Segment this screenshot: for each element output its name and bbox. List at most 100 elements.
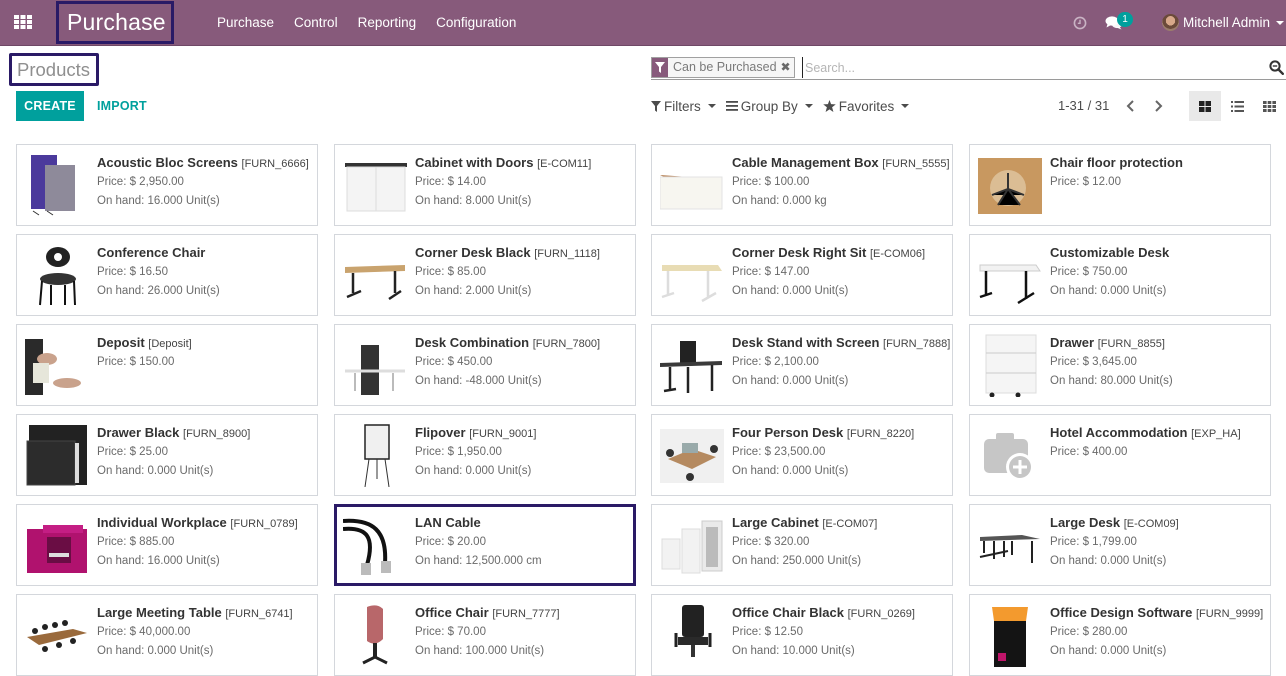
product-card-chair-floor-protection[interactable]: Chair floor protection Price: $ 12.00: [969, 144, 1271, 226]
product-on-hand: On hand: 8.000 Unit(s): [415, 195, 532, 207]
product-card-desk-combination[interactable]: Desk Combination [FURN_7800] Price: $ 45…: [334, 324, 636, 406]
product-name: Customizable Desk: [1050, 244, 1264, 263]
product-price: Price: $ 20.00: [415, 536, 486, 548]
search-icon[interactable]: [1269, 60, 1284, 75]
product-image: [25, 423, 89, 487]
product-card-large-meeting-table[interactable]: Large Meeting Table [FURN_6741] Price: $…: [16, 594, 318, 676]
product-image: [660, 423, 724, 487]
top-navbar: Purchase Purchase Control Reporting Conf…: [0, 0, 1286, 46]
product-price: Price: $ 2,100.00: [732, 356, 819, 368]
product-card-office-chair[interactable]: Office Chair [FURN_7777] Price: $ 70.00 …: [334, 594, 636, 676]
product-name: Individual Workplace [FURN_0789]: [97, 514, 311, 533]
product-price: Price: $ 100.00: [732, 176, 810, 188]
pager-value[interactable]: 1-31 / 31: [1058, 96, 1109, 116]
product-image: [25, 603, 89, 667]
user-menu[interactable]: Mitchell Admin: [1183, 0, 1270, 46]
caret-down-icon: [901, 104, 910, 108]
menu-item-purchase[interactable]: Purchase: [217, 0, 274, 46]
product-reference: [FURN_1118]: [534, 248, 600, 260]
product-card-corner-desk-right-sit[interactable]: Corner Desk Right Sit [E-COM06] Price: $…: [651, 234, 953, 316]
product-card-acoustic-bloc-screens[interactable]: Acoustic Bloc Screens [FURN_6666] Price:…: [16, 144, 318, 226]
product-card-lan-cable[interactable]: LAN Cable Price: $ 20.00 On hand: 12,500…: [334, 504, 636, 586]
product-card-customizable-desk[interactable]: Customizable Desk Price: $ 750.00 On han…: [969, 234, 1271, 316]
main-menu: Purchase Control Reporting Configuration: [217, 0, 536, 46]
product-card-individual-workplace[interactable]: Individual Workplace [FURN_0789] Price: …: [16, 504, 318, 586]
product-on-hand: On hand: 0.000 Unit(s): [415, 465, 532, 477]
product-reference: [FURN_9999]: [1195, 608, 1264, 620]
product-image: [978, 513, 1042, 577]
import-button[interactable]: IMPORT: [97, 91, 147, 121]
product-on-hand: On hand: 26.000 Unit(s): [97, 285, 220, 297]
product-on-hand: On hand: 0.000 Unit(s): [97, 645, 214, 657]
product-name: Office Chair [FURN_7777]: [415, 604, 629, 623]
chevron-right-icon[interactable]: [1151, 99, 1165, 113]
kanban-icon: [1199, 100, 1211, 112]
product-price: Price: $ 14.00: [415, 176, 486, 188]
clock-icon[interactable]: [1073, 16, 1087, 30]
create-button[interactable]: CREATE: [16, 91, 84, 121]
product-title: Large Desk: [1050, 515, 1121, 530]
product-card-cabinet-with-doors[interactable]: Cabinet with Doors [E-COM11] Price: $ 14…: [334, 144, 636, 226]
grid-view-button[interactable]: [1253, 91, 1285, 121]
user-avatar[interactable]: [1162, 14, 1179, 31]
product-name: Office Chair Black [FURN_0269]: [732, 604, 946, 623]
product-on-hand: On hand: 0.000 Unit(s): [732, 465, 849, 477]
product-card-deposit[interactable]: Deposit [Deposit] Price: $ 150.00: [16, 324, 318, 406]
product-price: Price: $ 400.00: [1050, 446, 1128, 458]
product-name: LAN Cable: [415, 514, 627, 533]
product-image: [343, 423, 407, 488]
menu-item-configuration[interactable]: Configuration: [436, 0, 516, 46]
list-view-button[interactable]: [1221, 91, 1253, 121]
product-reference: [FURN_6741]: [225, 608, 293, 620]
product-card-corner-desk-black[interactable]: Corner Desk Black [FURN_1118] Price: $ 8…: [334, 234, 636, 316]
product-title: Four Person Desk: [732, 425, 844, 440]
favorites-label: Favorites: [838, 98, 895, 114]
close-icon[interactable]: ✖: [781, 58, 794, 77]
filters-dropdown[interactable]: Filters: [651, 96, 716, 116]
product-image: [25, 153, 89, 217]
product-name: Cable Management Box [FURN_5555]: [732, 154, 950, 173]
product-card-desk-stand-with-screen[interactable]: Desk Stand with Screen [FURN_7888] Price…: [651, 324, 953, 406]
product-reference: [E-COM09]: [1123, 518, 1179, 530]
product-title: Desk Combination: [415, 335, 530, 350]
product-card-office-chair-black[interactable]: Office Chair Black [FURN_0269] Price: $ …: [651, 594, 953, 676]
product-reference: [FURN_0269]: [847, 608, 915, 620]
product-image: [343, 603, 407, 667]
product-image: [342, 513, 407, 577]
product-title: Drawer: [1050, 335, 1095, 350]
product-card-flipover[interactable]: Flipover [FURN_9001] Price: $ 1,950.00 O…: [334, 414, 636, 496]
product-on-hand: On hand: 100.000 Unit(s): [415, 645, 545, 657]
search-input[interactable]: [802, 57, 1262, 78]
list-icon: [1230, 100, 1244, 112]
product-on-hand: On hand: 0.000 kg: [732, 195, 827, 207]
favorites-dropdown[interactable]: Favorites: [823, 96, 910, 116]
group-by-dropdown[interactable]: Group By: [725, 96, 813, 116]
page-title[interactable]: Products: [9, 53, 99, 86]
product-reference: [FURN_5555]: [882, 158, 950, 170]
product-name: Drawer Black [FURN_8900]: [97, 424, 311, 443]
kanban-view-button[interactable]: [1189, 91, 1221, 121]
chevron-left-icon[interactable]: [1124, 99, 1138, 113]
menu-item-control[interactable]: Control: [294, 0, 338, 46]
product-card-drawer[interactable]: Drawer [FURN_8855] Price: $ 3,645.00 On …: [969, 324, 1271, 406]
product-card-large-cabinet[interactable]: Large Cabinet [E-COM07] Price: $ 320.00 …: [651, 504, 953, 586]
product-image: [660, 333, 724, 397]
product-reference: [FURN_8220]: [846, 428, 915, 440]
product-card-large-desk[interactable]: Large Desk [E-COM09] Price: $ 1,799.00 O…: [969, 504, 1271, 586]
product-title: Customizable Desk: [1050, 245, 1170, 260]
product-card-drawer-black[interactable]: Drawer Black [FURN_8900] Price: $ 25.00 …: [16, 414, 318, 496]
product-card-office-design-software[interactable]: Office Design Software [FURN_9999] Price…: [969, 594, 1271, 676]
product-price: Price: $ 23,500.00: [732, 446, 826, 458]
product-name: Corner Desk Black [FURN_1118]: [415, 244, 629, 263]
product-card-four-person-desk[interactable]: Four Person Desk [FURN_8220] Price: $ 23…: [651, 414, 953, 496]
product-on-hand: On hand: 16.000 Unit(s): [97, 555, 220, 567]
product-title: Large Meeting Table: [97, 605, 222, 620]
menu-item-reporting[interactable]: Reporting: [358, 0, 417, 46]
apps-menu-button[interactable]: [13, 14, 33, 30]
product-card-hotel-accommodation[interactable]: Hotel Accommodation [EXP_HA] Price: $ 40…: [969, 414, 1271, 496]
product-card-cable-management-box[interactable]: Cable Management Box [FURN_5555] Price: …: [651, 144, 953, 226]
app-brand[interactable]: Purchase: [56, 1, 174, 44]
product-price: Price: $ 280.00: [1050, 626, 1128, 638]
product-card-conference-chair[interactable]: Conference Chair Price: $ 16.50 On hand:…: [16, 234, 318, 316]
product-name: Large Desk [E-COM09]: [1050, 514, 1264, 533]
